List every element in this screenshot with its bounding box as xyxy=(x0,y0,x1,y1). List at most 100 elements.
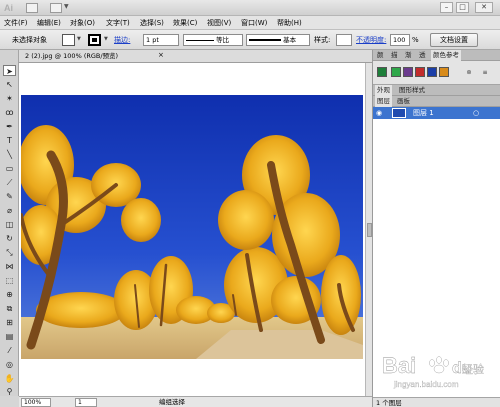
document-tab[interactable]: 2 (2).jpg @ 100% (RGB/预览) × xyxy=(19,50,372,63)
artboard-navigator[interactable]: 1 xyxy=(75,398,97,407)
minimize-button[interactable]: – xyxy=(440,2,453,13)
swatch-red[interactable] xyxy=(415,67,425,77)
menu-select[interactable]: 选择(S) xyxy=(140,18,164,28)
stroke-weight-field[interactable]: 1 pt xyxy=(143,34,179,46)
page-value: 1 xyxy=(78,399,82,406)
selection-tool-icon[interactable]: ➤ xyxy=(3,65,16,76)
control-bar: 未选择对象 ▼ ▼ 描边: 1 pt 等比 基本 样式: 不透明度: 100 %… xyxy=(0,30,500,50)
chevron-down-icon[interactable]: ▼ xyxy=(64,3,69,10)
tab-graphic-styles[interactable]: 图形样式 xyxy=(397,85,427,96)
layer-name[interactable]: 图层 1 xyxy=(413,108,434,118)
fill-swatch[interactable] xyxy=(62,34,75,46)
style-picker[interactable] xyxy=(336,34,352,46)
placed-photo[interactable] xyxy=(21,95,363,359)
close-document-icon[interactable]: × xyxy=(158,51,164,60)
watermark-brand: Bai xyxy=(382,353,416,378)
stroke-swatch[interactable] xyxy=(88,34,101,46)
rectangle-tool-icon[interactable]: ▭ xyxy=(3,163,16,174)
hand-tool-icon[interactable]: ✋ xyxy=(3,373,16,384)
menu-view[interactable]: 视图(V) xyxy=(207,18,231,28)
bridge-icon[interactable] xyxy=(26,3,38,13)
swatch-orange[interactable] xyxy=(439,67,449,77)
tab-artboards[interactable]: 画板 xyxy=(395,96,412,107)
magic-wand-tool-icon[interactable]: ✶ xyxy=(3,93,16,104)
tab-appearance[interactable]: 外观 xyxy=(375,85,392,96)
tab-stroke[interactable]: 描 xyxy=(389,50,400,61)
artboard[interactable] xyxy=(19,63,365,396)
style-label: 样式: xyxy=(314,36,331,44)
eyedropper-tool-icon[interactable]: ⁄ xyxy=(3,345,16,356)
eraser-tool-icon[interactable]: ◫ xyxy=(3,219,16,230)
stroke-dropdown-icon[interactable]: ▼ xyxy=(104,36,108,42)
tab-gradient[interactable]: 渐 xyxy=(403,50,414,61)
perspective-grid-tool-icon[interactable]: ⧉ xyxy=(3,303,16,314)
mesh-tool-icon[interactable]: ⊞ xyxy=(3,317,16,328)
menu-bar: 文件(F) 编辑(E) 对象(O) 文字(T) 选择(S) 效果(C) 视图(V… xyxy=(0,16,500,30)
menu-type[interactable]: 文字(T) xyxy=(106,18,130,28)
watermark-cn: 经验 xyxy=(462,362,484,376)
tab-color[interactable]: 颜 xyxy=(375,50,386,61)
visibility-eye-icon[interactable]: ◉ xyxy=(376,108,382,118)
paintbrush-tool-icon[interactable]: ⟋ xyxy=(3,177,16,188)
swatch-purple[interactable] xyxy=(403,67,413,77)
variable-width-profile[interactable]: 等比 xyxy=(183,34,243,46)
arrange-documents-icon[interactable] xyxy=(50,3,62,13)
layer-thumbnail xyxy=(392,108,406,118)
layers-panel-tabs: 图层 画板 xyxy=(373,96,500,107)
opacity-link[interactable]: 不透明度: xyxy=(356,36,386,45)
color-group-icon[interactable]: ⊚ xyxy=(465,69,473,77)
menu-file[interactable]: 文件(F) xyxy=(4,18,28,28)
maximize-button[interactable]: □ xyxy=(456,2,469,13)
shape-builder-tool-icon[interactable]: ⊕ xyxy=(3,289,16,300)
pen-tool-icon[interactable]: ✒ xyxy=(3,121,16,132)
profile-label: 等比 xyxy=(216,36,230,44)
blob-brush-tool-icon[interactable]: ⌀ xyxy=(3,205,16,216)
type-tool-icon[interactable]: T xyxy=(3,135,16,146)
gradient-tool-icon[interactable]: ▤ xyxy=(3,331,16,342)
menu-edit[interactable]: 编辑(E) xyxy=(37,18,61,28)
watermark-url: jingyan.baidu.com xyxy=(393,380,459,389)
menu-window[interactable]: 窗口(W) xyxy=(241,18,267,28)
close-button[interactable]: ✕ xyxy=(475,2,493,13)
status-bar: 100% 1 编组选择 xyxy=(19,396,372,407)
brush-definition[interactable]: 基本 xyxy=(246,34,310,46)
baidu-watermark: Bai du 经验 jingyan.baidu.com xyxy=(382,353,484,389)
zoom-tool-icon[interactable]: ⚲ xyxy=(3,386,16,397)
blend-tool-icon[interactable]: ◎ xyxy=(3,359,16,370)
document-tab-title: 2 (2).jpg @ 100% (RGB/预览) xyxy=(25,52,119,60)
rotate-tool-icon[interactable]: ↻ xyxy=(3,233,16,244)
panel-menu-icon[interactable]: ≡ xyxy=(481,69,489,77)
layer-count: 1 个图层 xyxy=(376,399,402,407)
brush-label: 基本 xyxy=(283,36,297,44)
color-guide-swatches: ⊚ ≡ xyxy=(373,61,500,85)
width-tool-icon[interactable]: ⋈ xyxy=(3,261,16,272)
tool-status-text: 编组选择 xyxy=(159,398,185,406)
swatch-green[interactable] xyxy=(391,67,401,77)
opacity-field[interactable]: 100 xyxy=(390,34,410,46)
free-transform-tool-icon[interactable]: ⬚ xyxy=(3,275,16,286)
menu-effect[interactable]: 效果(C) xyxy=(173,18,197,28)
document-setup-button[interactable]: 文档设置 xyxy=(430,33,478,47)
stroke-link[interactable]: 描边: xyxy=(114,36,130,45)
vertical-scrollbar[interactable] xyxy=(365,63,372,396)
pencil-tool-icon[interactable]: ✎ xyxy=(3,191,16,202)
direct-selection-tool-icon[interactable]: ↖ xyxy=(3,79,16,90)
layer-row[interactable]: ◉ 图层 1 ○ xyxy=(373,107,500,119)
fill-dropdown-icon[interactable]: ▼ xyxy=(77,36,81,42)
appearance-panel-tabs: 外观 图形样式 xyxy=(373,85,500,96)
profile-line xyxy=(186,39,214,41)
scale-tool-icon[interactable]: ⤡ xyxy=(3,247,16,258)
menu-help[interactable]: 帮助(H) xyxy=(277,18,302,28)
tab-layers[interactable]: 图层 xyxy=(375,96,392,107)
swatch-blue[interactable] xyxy=(427,67,437,77)
layer-target-icon[interactable]: ○ xyxy=(473,108,479,118)
tab-transparency[interactable]: 透 xyxy=(417,50,428,61)
lasso-tool-icon[interactable]: ꝏ xyxy=(3,107,16,118)
tab-color-guide[interactable]: 颜色参考 xyxy=(431,50,461,61)
zoom-field[interactable]: 100% xyxy=(21,398,51,407)
line-tool-icon[interactable]: ╲ xyxy=(3,149,16,160)
paw-icon xyxy=(429,356,449,374)
base-color-swatch[interactable] xyxy=(377,67,387,77)
brush-line xyxy=(249,39,281,41)
menu-object[interactable]: 对象(O) xyxy=(70,18,95,28)
